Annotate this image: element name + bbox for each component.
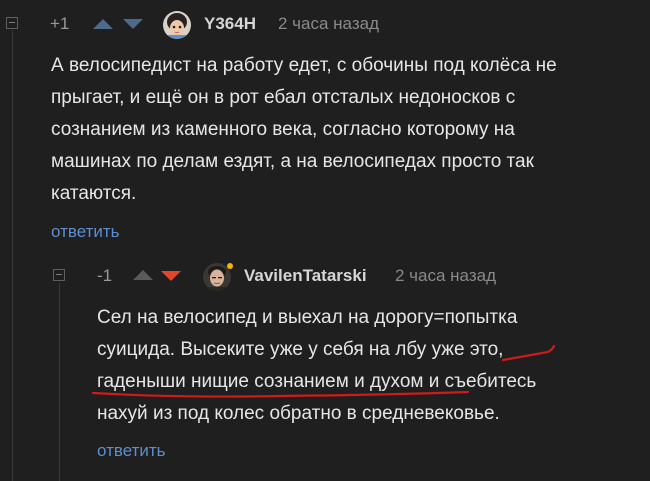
downvote-icon[interactable] <box>123 19 143 29</box>
collapse-button[interactable] <box>6 17 18 29</box>
comment-rating: -1 <box>97 266 113 285</box>
collapse-button[interactable] <box>53 269 65 281</box>
thread-line[interactable] <box>59 283 60 481</box>
online-status-icon <box>227 263 233 269</box>
reply-link[interactable]: ответить <box>51 222 120 242</box>
comment-time[interactable]: 2 часа назад <box>278 14 379 34</box>
comment-text-line: прыгает, и ещё он в рот ебал отсталых не… <box>51 87 516 108</box>
upvote-icon[interactable] <box>133 270 153 280</box>
comment-text-line: суицида. Высеките уже у себя на лбу уже … <box>97 339 504 360</box>
comment-text: А велосипедист на работу едет, с обочины… <box>51 50 557 210</box>
username[interactable]: VavilenTatarski <box>244 266 367 286</box>
username[interactable]: Y364H <box>204 14 256 34</box>
comment-text-line: сознанием из каменного века, согласно ко… <box>51 119 515 140</box>
downvote-icon[interactable] <box>161 271 181 281</box>
comment-time[interactable]: 2 часа назад <box>395 266 496 286</box>
comment-text-line: машинах по делам ездят, а на велосипедах… <box>51 151 534 172</box>
avatar[interactable] <box>163 11 191 39</box>
comment-text-line: нахуй из под колес обратно в средневеков… <box>97 403 500 424</box>
comment-text-line: Сел на велосипед и выехал на дорогу=попы… <box>97 307 518 328</box>
comment-text-line: катаются. <box>51 183 137 204</box>
thread-line[interactable] <box>12 30 13 481</box>
comment-text-line: А велосипедист на работу едет, с обочины… <box>51 55 557 76</box>
upvote-icon[interactable] <box>93 19 113 29</box>
comment-rating: +1 <box>50 14 70 33</box>
reply-link[interactable]: ответить <box>97 441 166 461</box>
comment-text: Сел на велосипед и выехал на дорогу=попы… <box>97 302 536 430</box>
comment-text-line: гаденыши нищие сознанием и духом и съеби… <box>97 371 537 392</box>
